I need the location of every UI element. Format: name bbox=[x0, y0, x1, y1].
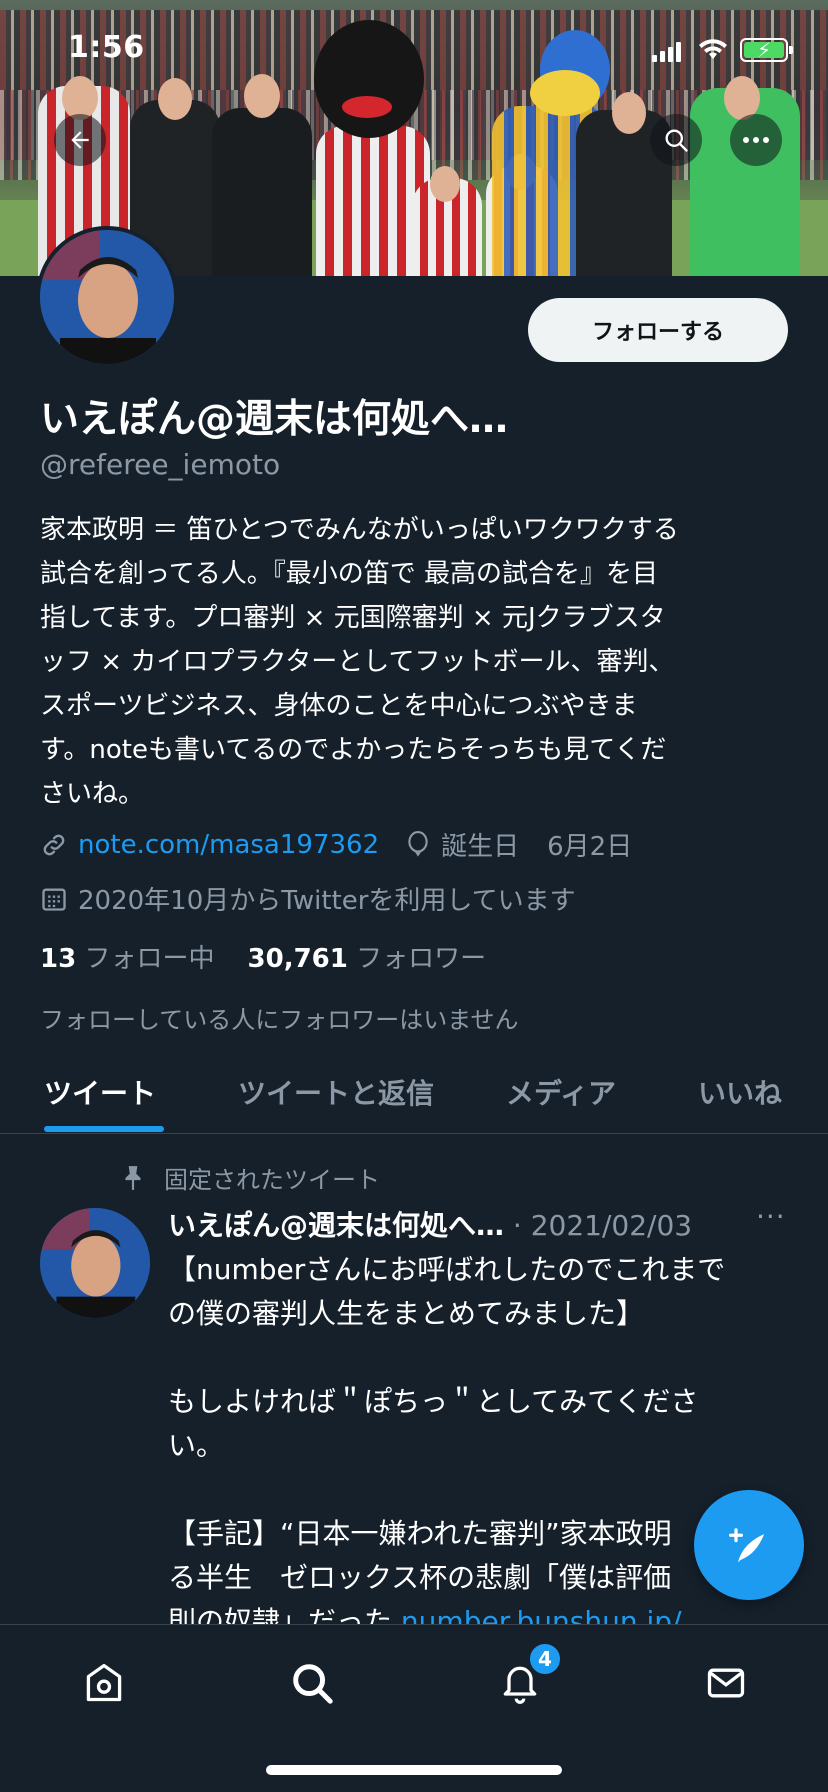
battery-icon: ⚡ bbox=[740, 38, 793, 62]
back-button[interactable] bbox=[54, 114, 106, 166]
following-count: 13 bbox=[40, 944, 77, 974]
pinned-label-row: 固定されたツイート bbox=[120, 1160, 380, 1195]
balloon-icon bbox=[408, 830, 428, 857]
tweet-line: い。 bbox=[168, 1429, 225, 1462]
tab-media[interactable]: メディア bbox=[506, 1072, 616, 1112]
tab-likes[interactable]: いいね bbox=[698, 1072, 782, 1112]
profile-avatar[interactable] bbox=[36, 226, 178, 368]
banner-mascot-mouth bbox=[342, 96, 392, 118]
notification-badge: 4 bbox=[528, 1642, 562, 1676]
bio-line: 指してます。プロ審判 × 元国際審判 × 元Jクラブスタ bbox=[40, 603, 666, 633]
pinned-label: 固定されたツイート bbox=[164, 1166, 380, 1194]
profile-bio: 家本政明 ＝ 笛ひとつでみんながいっぱいワクワクする 試合を創ってる人。『最小の… bbox=[40, 508, 792, 816]
bio-line: ッフ × カイロプラクターとしてフットボール、審判、 bbox=[40, 647, 675, 677]
birthday-value: 6月2日 bbox=[547, 832, 633, 862]
joined-row: 2020年10月からTwitterを利用しています bbox=[40, 880, 576, 917]
tweet-line: の僕の審判人生をまとめてみました】 bbox=[168, 1297, 645, 1330]
tweet-more-button[interactable]: ··· bbox=[756, 1200, 786, 1233]
calendar-icon bbox=[42, 888, 66, 911]
banner-person bbox=[212, 108, 312, 276]
tweet-author-name[interactable]: いえぽん@週末は何処へ… bbox=[168, 1209, 504, 1242]
tweet-line: 【numberさんにお呼ばれしたのでこれまで bbox=[168, 1253, 726, 1286]
tweet-author-avatar[interactable] bbox=[40, 1208, 150, 1318]
tweet-separator: · bbox=[512, 1209, 522, 1242]
home-indicator bbox=[266, 1765, 562, 1775]
following-link[interactable]: 13 フォロー中 bbox=[40, 944, 214, 974]
cellular-signal-icon bbox=[652, 42, 682, 62]
joined-date: 2020年10月からTwitterを利用しています bbox=[78, 886, 576, 916]
follow-counts: 13 フォロー中 30,761 フォロワー bbox=[40, 938, 486, 975]
search-button[interactable] bbox=[650, 114, 702, 166]
compose-tweet-button[interactable] bbox=[694, 1490, 804, 1600]
search-icon bbox=[665, 129, 688, 152]
bio-line: 試合を創ってる人。『最小の笛で 最高の試合を』を目 bbox=[40, 559, 658, 589]
tweet-text: 【numberさんにお呼ばれしたのでこれまで の僕の審判人生をまとめてみました】… bbox=[168, 1248, 788, 1644]
tab-tweets[interactable]: ツイート bbox=[44, 1072, 156, 1112]
tweet-line: る半生 ゼロックス杯の悲劇「僕は評価 bbox=[168, 1561, 672, 1594]
home-icon bbox=[86, 1663, 122, 1702]
bio-line: スポーツビジネス、身体のことを中心につぶやきま bbox=[40, 691, 638, 721]
profile-display-name: いえぽん@週末は何処へ… bbox=[40, 397, 509, 442]
status-bar: 1:56 ⚡ bbox=[0, 0, 828, 96]
more-options-button[interactable] bbox=[730, 114, 782, 166]
birthday-label: 誕生日 bbox=[441, 832, 520, 862]
search-tab[interactable] bbox=[286, 1657, 338, 1709]
active-tab-indicator bbox=[44, 1126, 164, 1132]
tweet-line: もしよければ＂ぽちっ＂としてみてくださ bbox=[168, 1385, 699, 1418]
pin-icon bbox=[125, 1165, 141, 1190]
bio-line: 家本政明 ＝ 笛ひとつでみんながいっぱいワクワクする bbox=[40, 515, 679, 545]
bio-line: さいね。 bbox=[40, 779, 145, 809]
link-icon bbox=[43, 834, 65, 855]
profile-handle: @referee_iemoto bbox=[40, 448, 281, 481]
follow-button[interactable]: フォローする bbox=[528, 298, 788, 362]
banner-child-head bbox=[430, 166, 460, 202]
no-mutual-followers-note: フォローしている人にフォロワーはいません bbox=[40, 1006, 519, 1034]
bio-line: す。noteも書いてるのでよかったらそっちも見てくだ bbox=[40, 735, 667, 765]
back-arrow-icon bbox=[71, 131, 89, 149]
profile-link[interactable]: note.com/masa197362 bbox=[78, 830, 379, 860]
messages-icon bbox=[707, 1668, 745, 1698]
banner-person-head bbox=[612, 92, 646, 134]
tab-tweets-and-replies[interactable]: ツイートと返信 bbox=[238, 1072, 434, 1112]
wifi-icon bbox=[699, 39, 727, 59]
profile-tabs: ツイート ツイートと返信 メディア いいね bbox=[0, 1060, 828, 1134]
avatar-image bbox=[40, 230, 174, 364]
compose-feather-icon bbox=[728, 1528, 765, 1563]
home-tab[interactable] bbox=[78, 1657, 130, 1709]
search-icon bbox=[293, 1664, 333, 1704]
followers-label: フォロワー bbox=[356, 944, 487, 974]
tweet-date[interactable]: 2021/02/03 bbox=[531, 1209, 692, 1242]
status-time: 1:56 bbox=[68, 30, 145, 65]
avatar-image bbox=[40, 1208, 150, 1318]
following-label: フォロー中 bbox=[84, 944, 215, 974]
profile-meta-row: note.com/masa197362 誕生日 6月2日 bbox=[40, 826, 632, 863]
messages-tab[interactable] bbox=[700, 1657, 752, 1709]
followers-link[interactable]: 30,761 フォロワー bbox=[248, 944, 487, 974]
more-dots-icon bbox=[743, 137, 769, 143]
followers-count: 30,761 bbox=[247, 944, 348, 974]
tweet-header: いえぽん@週末は何処へ… · 2021/02/03 bbox=[168, 1204, 692, 1244]
